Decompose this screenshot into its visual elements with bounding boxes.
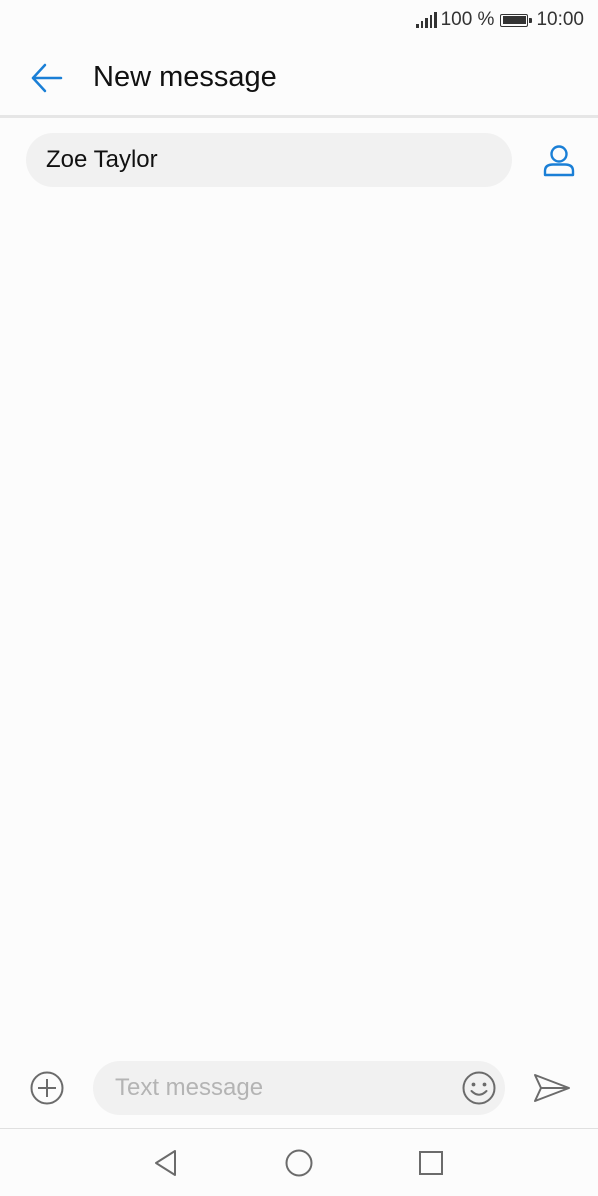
send-icon [534,1074,570,1102]
message-input[interactable] [113,1073,447,1103]
plus-circle-icon [30,1071,64,1105]
smiley-icon [462,1071,496,1105]
home-circle-icon [285,1149,313,1177]
nav-recents-button[interactable] [413,1145,449,1181]
emoji-button[interactable] [461,1070,497,1106]
battery-icon [500,13,533,27]
battery-fill [502,16,526,24]
battery-percent: 100 % [440,9,495,30]
attach-button[interactable] [27,1068,67,1108]
status-time: 10:00 [536,9,584,30]
send-button[interactable] [532,1068,572,1108]
contact-picker-button[interactable] [534,133,584,187]
person-icon [543,145,575,177]
recipient-row: Zoe Taylor [26,133,598,187]
arrow-left-icon [31,63,63,92]
app-header: New message [0,40,598,118]
page-title: New message [93,61,277,93]
back-button[interactable] [17,48,77,108]
message-field [93,1061,505,1115]
new-message-screen: 100 % 10:00 New message Zoe Taylor [0,0,598,1196]
recents-square-icon [419,1151,443,1175]
status-bar: 100 % 10:00 [0,0,598,40]
nav-home-button[interactable] [281,1145,317,1181]
recipient-name: Zoe Taylor [46,146,158,173]
recipient-field[interactable]: Zoe Taylor [26,133,512,187]
signal-icon [416,12,437,28]
compose-bar [0,1060,598,1116]
nav-back-button[interactable] [148,1145,184,1181]
system-nav-bar [0,1128,598,1196]
back-triangle-icon [155,1150,176,1176]
